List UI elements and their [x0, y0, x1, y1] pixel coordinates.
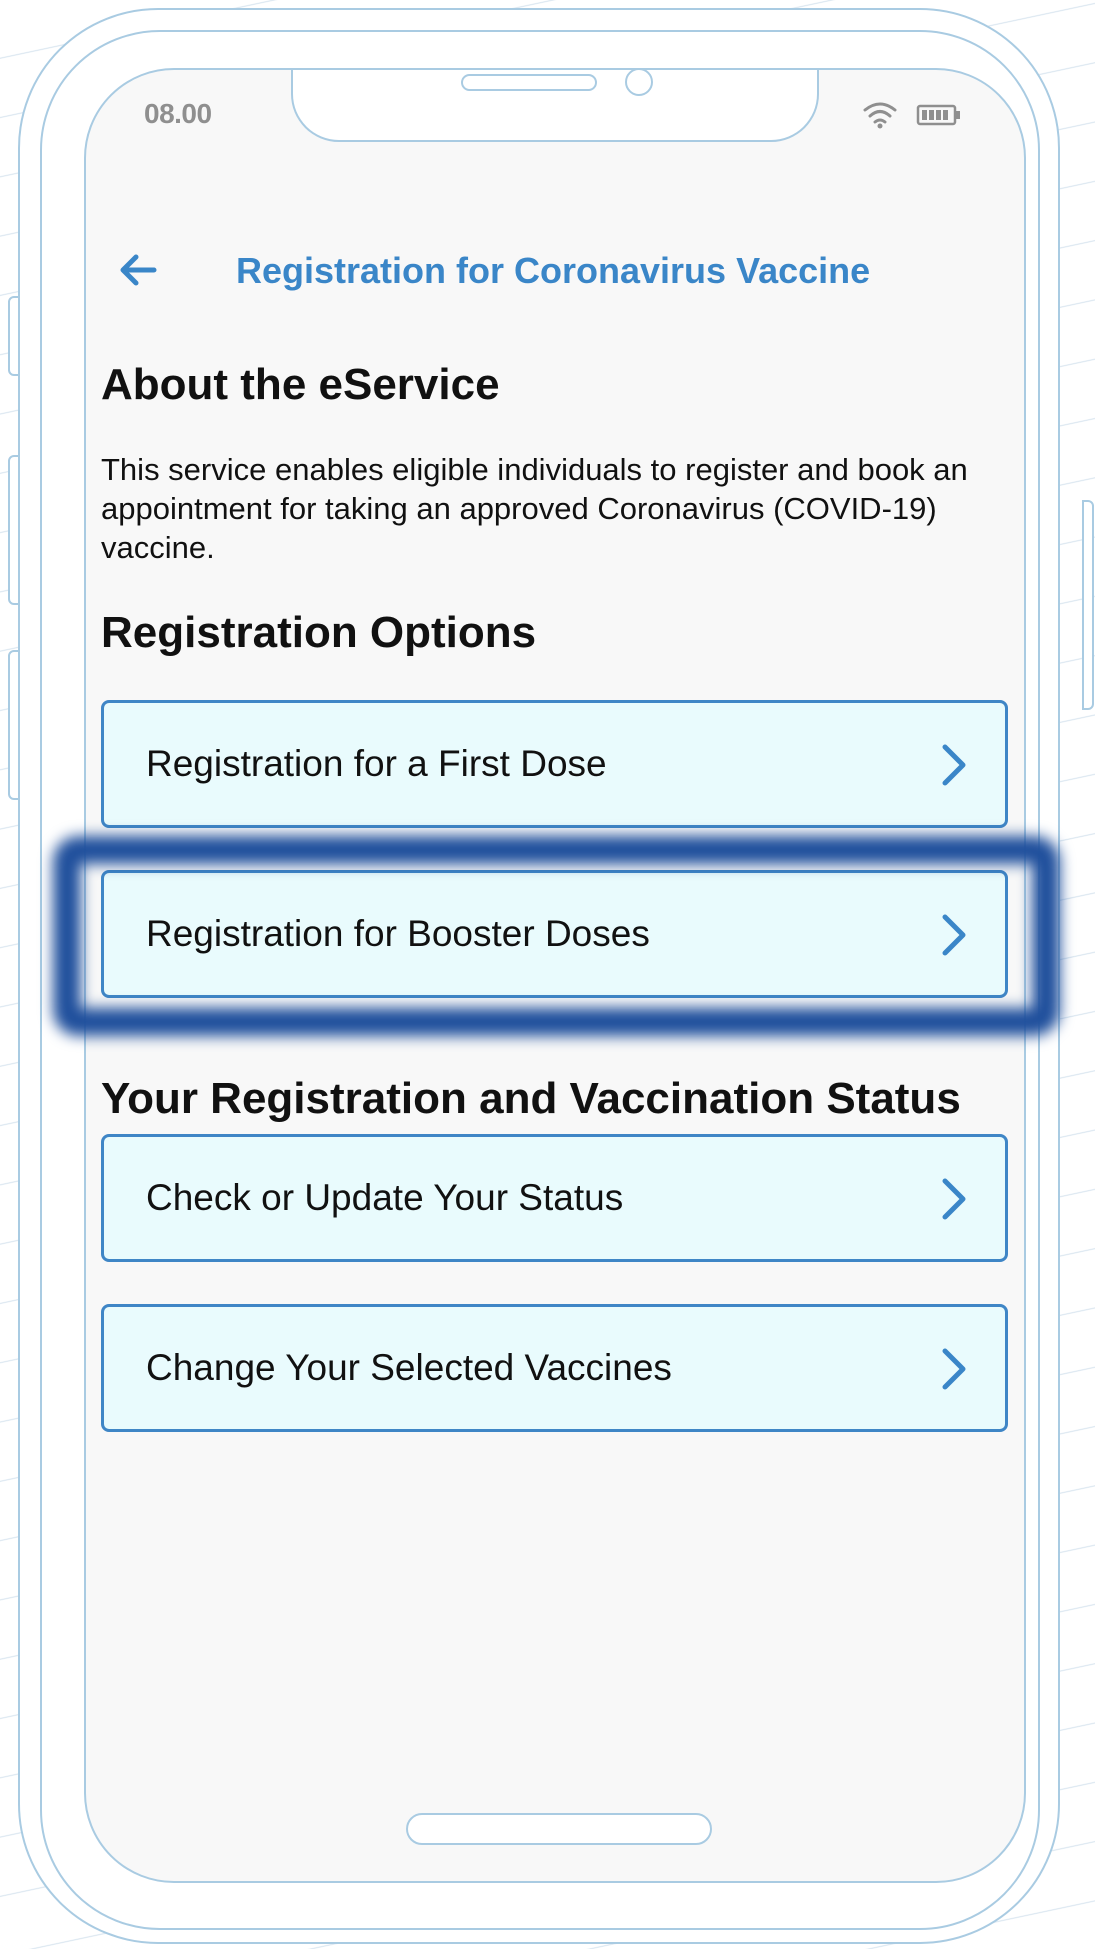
status-section-heading: Your Registration and Vaccination Status: [101, 1074, 961, 1123]
status-icons: [862, 100, 962, 130]
booster-doses-option[interactable]: Registration for Booster Doses: [101, 870, 1008, 998]
side-button-volume-up: [8, 455, 20, 605]
change-selected-vaccines-option[interactable]: Change Your Selected Vaccines: [101, 1304, 1008, 1432]
chevron-right-icon: [942, 1348, 966, 1390]
home-indicator: [406, 1813, 712, 1845]
first-dose-option[interactable]: Registration for a First Dose: [101, 700, 1008, 828]
option-label: Registration for Booster Doses: [146, 913, 650, 954]
app-header: Registration for Coronavirus Vaccine: [86, 230, 1024, 310]
page-title: Registration for Coronavirus Vaccine: [236, 250, 871, 291]
side-button-power: [1082, 500, 1094, 710]
about-heading: About the eService: [101, 360, 500, 409]
option-label: Registration for a First Dose: [146, 743, 607, 784]
phone-screen: 08.00 Registration for Coronavirus Vacci…: [84, 68, 1026, 1883]
chevron-right-icon: [942, 1178, 966, 1220]
check-update-status-option[interactable]: Check or Update Your Status: [101, 1134, 1008, 1262]
side-button-volume-down: [8, 650, 20, 800]
front-camera: [625, 70, 653, 96]
wifi-icon: [863, 102, 897, 129]
about-description: This service enables eligible individual…: [101, 452, 968, 565]
back-arrow-icon[interactable]: [114, 246, 162, 294]
registration-options-heading: Registration Options: [101, 608, 537, 657]
option-label: Change Your Selected Vaccines: [146, 1347, 672, 1388]
side-button-mute: [8, 296, 20, 376]
battery-icon: [916, 104, 960, 126]
chevron-right-icon: [942, 744, 966, 786]
status-time: 08.00: [144, 98, 212, 129]
chevron-right-icon: [942, 914, 966, 956]
phone-notch: [291, 70, 819, 142]
option-label: Check or Update Your Status: [146, 1177, 624, 1218]
speaker-grill: [461, 74, 597, 91]
